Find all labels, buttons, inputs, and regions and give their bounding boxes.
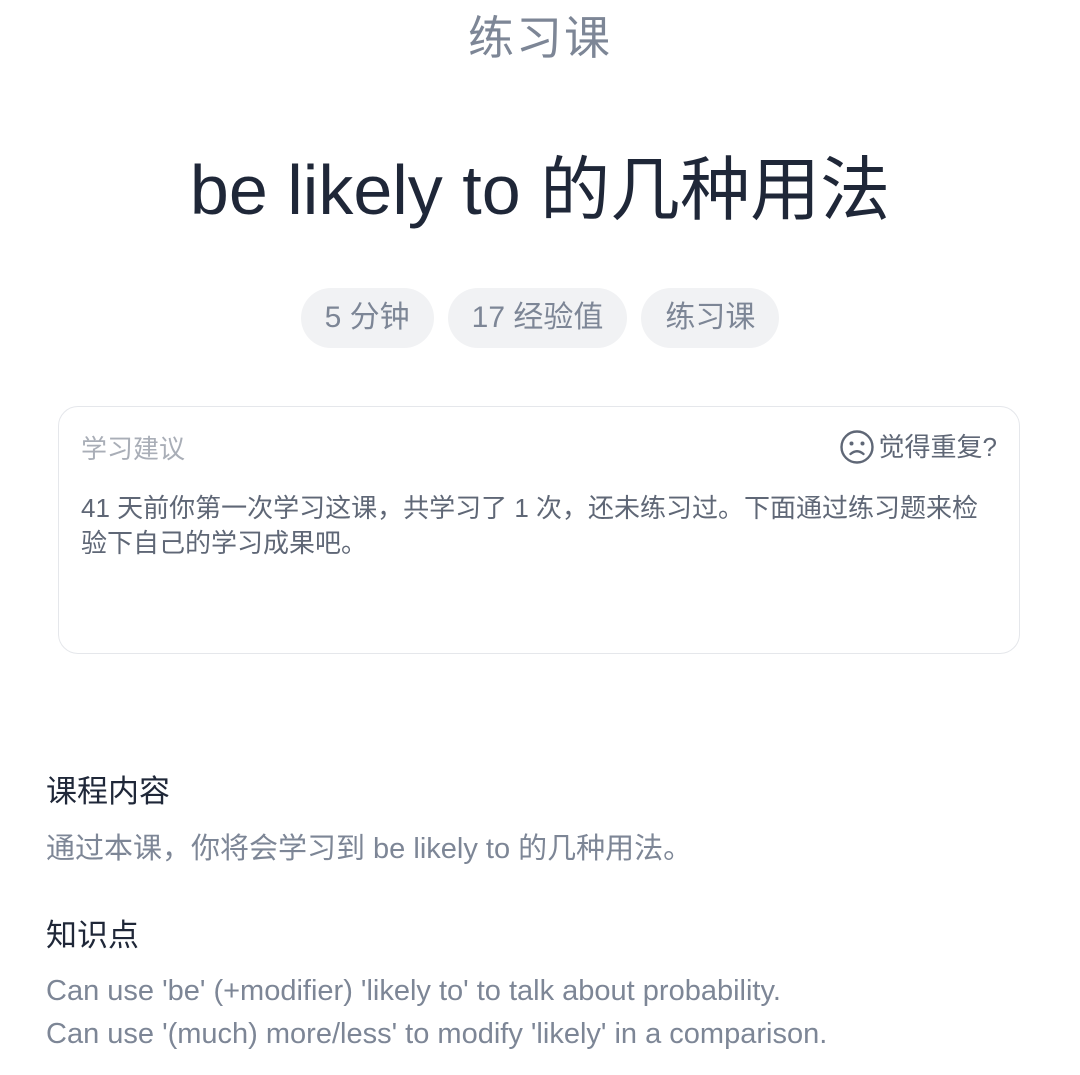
lesson-title: be likely to 的几种用法 [189,151,891,229]
knowledge-point-item: Can use 'be' (+modifier) 'likely to' to … [46,975,781,1007]
experience-tag: 17 经验值 [447,288,628,348]
course-content-heading: 课程内容 [46,774,170,809]
lesson-type-tag: 练习课 [641,288,780,348]
lesson-type-label: 练习课 [468,12,612,64]
knowledge-points-heading: 知识点 [46,918,139,953]
study-advice-text: 41 天前你第一次学习这课，共学习了 1 次，还未练习过。下面通过练习题来检验下… [81,493,979,558]
feel-repetitive-button[interactable]: 觉得重复? [839,429,997,465]
knowledge-points-list: Can use 'be' (+modifier) 'likely to' to … [46,970,1050,1056]
study-advice-card: 学习建议 觉得重复? 41 天前你第一次学习这课，共学习了 1 次，还未练习过。… [58,406,1020,654]
duration-tag: 5 分钟 [300,288,434,348]
sad-face-icon [839,429,875,465]
course-content-text: 通过本课，你将会学习到 be likely to 的几种用法。 [46,833,693,865]
feel-repetitive-label: 觉得重复? [878,432,997,462]
knowledge-point-item: Can use '(much) more/less' to modify 'li… [46,1018,828,1050]
lesson-detail-page: 练习课 be likely to 的几种用法 5 分钟 17 经验值 练习课 学… [0,0,1080,1075]
lesson-tags: 5 分钟 17 经验值 练习课 [0,288,1080,348]
study-advice-label: 学习建议 [81,434,186,464]
